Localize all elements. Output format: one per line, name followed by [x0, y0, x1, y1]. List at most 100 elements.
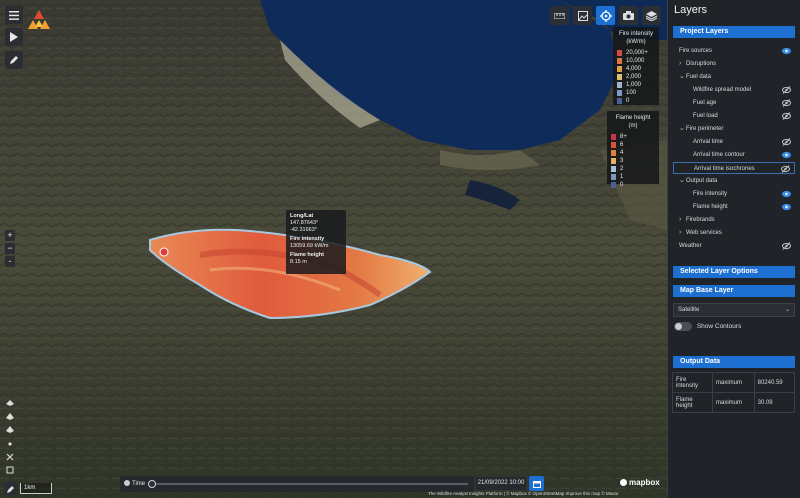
menu-button[interactable]	[5, 6, 23, 24]
map-view[interactable]: Fire intensity (kW/m) 20,000+ 10,000 4,000…	[0, 0, 667, 498]
draw-tools-icons	[6, 400, 14, 474]
legend-row: 0	[611, 181, 655, 189]
legend-row: 0	[617, 97, 655, 105]
attribution[interactable]: The Wildfire Analyst Insights Platform |…	[428, 491, 618, 496]
time-track[interactable]	[148, 483, 468, 485]
locate-button[interactable]	[596, 6, 615, 25]
image-button[interactable]	[573, 6, 592, 25]
legend-label: 20,000+	[626, 50, 648, 56]
layer-item[interactable]: Fuel age	[673, 97, 795, 109]
rectangle-icon[interactable]	[6, 466, 14, 474]
pencil-icon	[10, 56, 18, 64]
legend-swatch	[611, 134, 616, 140]
scale-bar: 1km	[20, 483, 52, 494]
legend-row: 1	[611, 173, 655, 181]
layer-item[interactable]: Fire intensity	[673, 188, 795, 200]
layers-button[interactable]	[642, 6, 661, 25]
layers-panel: Layers Project Layers Fire sources › Disru…	[667, 0, 800, 498]
layer-item[interactable]: Arrival time contour	[673, 149, 795, 161]
legend-swatch	[611, 174, 616, 180]
legend-row: 20,000+	[617, 49, 655, 57]
camera-icon	[623, 11, 634, 20]
date-field[interactable]: 21/09/2022 10:00	[476, 477, 526, 490]
legend-swatch	[617, 90, 622, 96]
table-cell-value: 80240.59	[753, 372, 796, 393]
screenshot-button[interactable]	[619, 6, 638, 25]
layer-item[interactable]: › Disruptions	[673, 58, 795, 70]
chevron-down-icon: ⌄	[784, 307, 790, 313]
ruler-button[interactable]	[550, 6, 569, 25]
zoom-out-button[interactable]: −	[5, 243, 15, 254]
delete-polygon-icon[interactable]	[6, 426, 14, 433]
layer-item-label: Arrival time contour	[693, 152, 745, 158]
eye-off-icon[interactable]	[782, 99, 791, 107]
time-icon	[124, 480, 130, 486]
eye-off-icon[interactable]	[782, 138, 791, 146]
layer-item-label: Fuel load	[693, 113, 718, 119]
chevron-down-icon[interactable]: ⌄	[679, 175, 686, 187]
output-data-header[interactable]: Output Data	[673, 356, 795, 368]
zoom-in-button[interactable]: +	[5, 230, 15, 241]
compass-button[interactable]: -	[5, 256, 15, 267]
chevron-right-icon[interactable]: ›	[679, 214, 686, 226]
pencil-small-icon	[7, 485, 14, 493]
legend-label: 4,000	[626, 66, 642, 72]
eye-off-icon[interactable]	[782, 242, 791, 250]
line-icon[interactable]	[6, 453, 14, 461]
draw-button[interactable]	[5, 51, 23, 69]
eye-icon[interactable]	[782, 151, 791, 159]
time-slider[interactable]: Time	[120, 476, 474, 492]
legend-swatch	[617, 66, 622, 72]
layer-item[interactable]: ⌄Fuel data	[673, 71, 795, 83]
edit-polygon-icon[interactable]	[6, 413, 14, 420]
selected-layer-options-header[interactable]: Selected Layer Options	[673, 266, 795, 278]
tooltip-flame-label: Flame height	[290, 252, 324, 258]
chevron-down-icon[interactable]: ⌄	[679, 71, 686, 83]
legend-swatch	[617, 74, 622, 80]
chevron-right-icon[interactable]: ›	[679, 227, 686, 239]
layer-item[interactable]: Wildfire spread model	[673, 84, 795, 96]
layer-item[interactable]: Fuel load	[673, 110, 795, 122]
layer-item[interactable]: Fire sources	[673, 45, 795, 57]
chevron-right-icon[interactable]: ›	[679, 58, 686, 70]
eye-icon[interactable]	[782, 47, 791, 55]
time-thumb[interactable]	[148, 480, 156, 488]
tooltip-longlat-value: 147.87643° -42.31663°	[290, 220, 319, 233]
legend-swatch	[611, 158, 616, 164]
base-layer-select[interactable]: Satellite ⌄	[673, 303, 795, 317]
polygon-icon[interactable]	[6, 400, 14, 406]
table-cell-name: Fire intensity	[672, 372, 713, 393]
layer-item[interactable]: › Web services	[673, 227, 795, 239]
eye-off-icon[interactable]	[782, 86, 791, 94]
fire-source-marker[interactable]	[159, 247, 169, 257]
table-cell-name: Flame height	[672, 392, 713, 413]
chevron-down-icon[interactable]: ⌄	[679, 123, 686, 135]
eye-off-icon[interactable]	[781, 165, 790, 173]
layers-icon	[646, 10, 657, 21]
eye-off-icon[interactable]	[782, 112, 791, 120]
table-cell-stat: maximum	[712, 392, 755, 413]
layer-item[interactable]: › Firebrands	[673, 214, 795, 226]
calendar-button[interactable]	[529, 476, 544, 491]
point-icon[interactable]	[8, 442, 12, 446]
map-base-layer-header[interactable]: Map Base Layer	[673, 285, 795, 297]
layer-item[interactable]: Arrival time	[673, 136, 795, 148]
play-button[interactable]	[5, 28, 23, 46]
layer-item-label: Arrival time isochrones	[694, 166, 755, 172]
layer-item[interactable]: Arrival time isochrones	[673, 162, 795, 174]
legend-title: Flame height (m)	[615, 115, 651, 129]
legend-title: Fire intensity (kW/m)	[618, 31, 653, 45]
show-contours-toggle[interactable]	[674, 321, 692, 331]
layer-item[interactable]: ⌄Output data	[673, 175, 795, 187]
legend-label: 0	[626, 98, 630, 104]
layer-item[interactable]: Flame height	[673, 201, 795, 213]
eye-icon[interactable]	[782, 203, 791, 211]
layer-item-label: Wildfire spread model	[693, 87, 752, 93]
layer-item[interactable]: ⌄Fire perimeter	[673, 123, 795, 135]
eye-icon[interactable]	[782, 190, 791, 198]
project-layers-header[interactable]: Project Layers	[673, 26, 795, 38]
measure-button[interactable]	[4, 482, 18, 495]
legend-label: 2	[620, 166, 624, 172]
legend-items: 20,000+ 10,000 4,000 2,000 1,000 100 0	[617, 49, 655, 105]
layer-item[interactable]: Weather	[673, 240, 795, 252]
